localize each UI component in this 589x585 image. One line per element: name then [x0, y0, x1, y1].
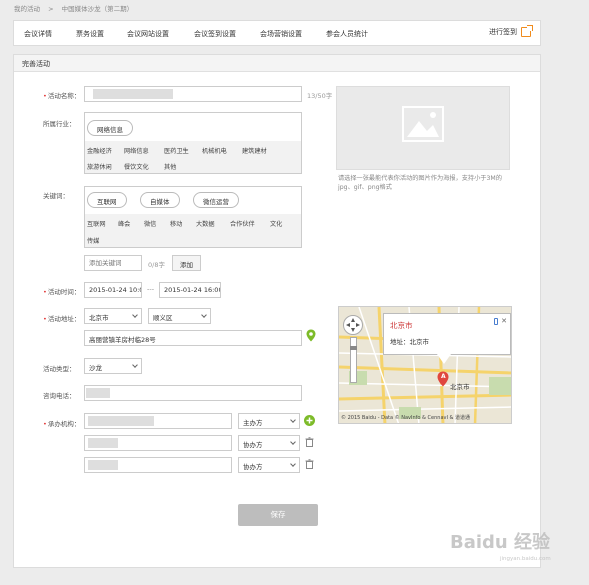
pan-arrows-icon: [346, 318, 360, 332]
address-label: •活动地址：: [43, 315, 81, 323]
tab-signin-settings[interactable]: 会议签到设置: [194, 29, 236, 39]
popup-pointer: [437, 354, 451, 364]
trash-icon[interactable]: [305, 459, 314, 469]
type-label: 活动类型：: [43, 365, 76, 373]
keyword-option[interactable]: 移动: [170, 219, 182, 228]
keyword-input[interactable]: [84, 255, 142, 271]
location-pin-icon[interactable]: [306, 329, 316, 342]
keyword-option[interactable]: 传媒: [87, 236, 99, 245]
industry-option[interactable]: 其他: [164, 162, 176, 171]
panel-title: 完善活动: [14, 55, 540, 72]
map-copyright: © 2015 Baidu - Data © NavInfo & CennavI …: [341, 415, 471, 421]
industry-option[interactable]: 机械机电: [202, 146, 227, 155]
keyword-option[interactable]: 峰会: [118, 219, 130, 228]
district-select[interactable]: 顺义区: [148, 308, 211, 324]
tab-website-settings[interactable]: 会议网站设置: [127, 29, 169, 39]
popup-address: 地址：北京市: [390, 338, 429, 346]
signin-label: 进行签到: [489, 28, 517, 36]
save-button[interactable]: 保存: [238, 504, 318, 526]
phone-input[interactable]: [84, 385, 302, 401]
external-link-icon: [521, 25, 533, 37]
organizer-role-select[interactable]: 主办方: [238, 413, 300, 429]
breadcrumb-current: 中国媒体沙龙（第二期）: [61, 5, 134, 13]
map-zoom-slider[interactable]: [350, 337, 357, 383]
redacted-phone: [86, 388, 110, 398]
phone-icon[interactable]: [494, 318, 498, 325]
poster-image-upload[interactable]: [336, 86, 510, 170]
add-organizer-icon[interactable]: [304, 415, 315, 426]
baidu-watermark: Baidu 经验: [450, 532, 551, 553]
time-separator: ---: [147, 285, 155, 293]
activity-type-select[interactable]: 沙龙: [84, 358, 142, 374]
coorganizer-role-select[interactable]: 协办方: [238, 435, 300, 451]
industry-option[interactable]: 金融经济: [87, 146, 112, 155]
industry-label: 所属行业：: [43, 120, 76, 128]
breadcrumb-separator: >: [48, 5, 54, 13]
breadcrumb: 我的活动 > 中国媒体沙龙（第二期）: [14, 3, 139, 13]
org-label: •承办机构：: [43, 420, 81, 428]
redacted-organizer: [88, 416, 154, 426]
map-info-popup: 北京市 地址：北京市 ✕: [383, 313, 511, 355]
name-counter: 13/50字: [307, 92, 333, 100]
image-note: 请选择一张最能代表你活动的图片作为海报，支持小于3M的jpg、gif、png格式: [338, 175, 502, 191]
popup-close-icon[interactable]: ✕: [501, 317, 507, 325]
image-placeholder-icon: [402, 106, 444, 142]
map-city-label: 北京市: [450, 383, 470, 391]
coorganizer-role-select-2[interactable]: 协办方: [238, 457, 300, 473]
keyword-option[interactable]: 互联网: [87, 219, 106, 228]
industry-options: [85, 141, 301, 173]
marker-label: A: [441, 373, 446, 380]
industry-option[interactable]: 医药卫生: [164, 146, 189, 155]
tab-bar: 会议详情 票务设置 会议网站设置 会议签到设置 会场营销设置 参会人员统计 进行…: [13, 20, 541, 46]
keyword-option[interactable]: 微信: [144, 219, 156, 228]
trash-icon[interactable]: [305, 437, 314, 447]
map-view[interactable]: 北京市 地址：北京市 ✕ A 北京市 © 2015 Baidu - Data ©…: [338, 306, 512, 424]
industry-option[interactable]: 网络信息: [124, 146, 149, 155]
tab-attendee-stats[interactable]: 参会人员统计: [326, 29, 368, 39]
industry-option[interactable]: 建筑建材: [242, 146, 267, 155]
industry-option[interactable]: 餐饮文化: [124, 162, 149, 171]
keyword-counter: 0/8字: [148, 261, 165, 269]
signin-button[interactable]: 进行签到: [489, 25, 533, 37]
keyword-chip[interactable]: 微信运营: [193, 192, 239, 208]
redacted-name: [93, 89, 173, 99]
add-keyword-button[interactable]: 添加: [172, 255, 201, 271]
redacted-coorganizer: [88, 438, 118, 448]
tab-meeting-details[interactable]: 会议详情: [24, 29, 52, 39]
city-select[interactable]: 北京市: [84, 308, 142, 324]
name-label: •活动名称：: [43, 92, 81, 100]
popup-title: 北京市: [390, 321, 413, 330]
address-detail-input[interactable]: 高丽营镇羊房村临28号: [84, 330, 302, 346]
start-time-input[interactable]: 2015-01-24 10:00: [84, 282, 142, 298]
keyword-chip[interactable]: 自媒体: [140, 192, 180, 208]
keyword-chip[interactable]: 互联网: [87, 192, 127, 208]
keyword-option[interactable]: 合作伙伴: [230, 219, 255, 228]
time-label: •活动时间：: [43, 288, 81, 296]
baidu-watermark-url: jingyan.baidu.com: [500, 556, 551, 562]
tab-marketing-settings[interactable]: 会场营销设置: [260, 29, 302, 39]
end-time-input[interactable]: 2015-01-24 16:00: [159, 282, 221, 298]
redacted-coorganizer-2: [88, 460, 118, 470]
map-pan-control[interactable]: [343, 315, 363, 335]
industry-option[interactable]: 旅游休闲: [87, 162, 112, 171]
industry-chip-selected[interactable]: 网络信息: [87, 120, 133, 136]
keyword-option[interactable]: 大数据: [196, 219, 215, 228]
keyword-option[interactable]: 文化: [270, 219, 282, 228]
keywords-label: 关键词：: [43, 192, 69, 200]
tab-ticket-settings[interactable]: 票务设置: [76, 29, 104, 39]
phone-label: 咨询电话：: [43, 392, 76, 400]
breadcrumb-root[interactable]: 我的活动: [14, 5, 40, 13]
